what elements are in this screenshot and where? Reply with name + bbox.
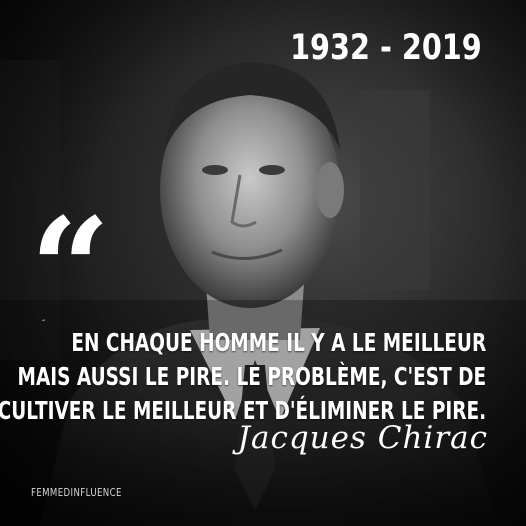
quote-line: MAIS AUSSI LE PIRE. LE PROBLÈME, C'EST D… [17,362,486,391]
quote-line: EN CHAQUE HOMME IL Y A LE MEILLEUR [71,328,486,357]
small-quotation-mark-icon: “ [42,319,46,326]
quote-text: EN CHAQUE HOMME IL Y A LE MEILLEUR MAIS … [0,326,486,428]
life-dates: 1932 - 2019 [290,28,482,68]
signature: Jacques Chirac [237,420,488,456]
quote-card: 1932 - 2019 “ “ EN CHAQUE HOMME IL Y A L… [0,0,526,526]
brand-watermark: FEMMEDINFLUENCE [31,486,122,499]
